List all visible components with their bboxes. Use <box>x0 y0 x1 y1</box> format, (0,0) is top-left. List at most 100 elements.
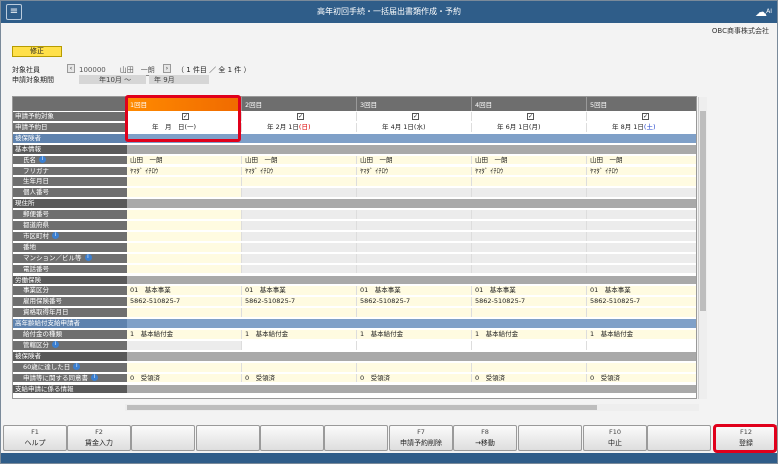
grid-cell[interactable] <box>242 253 357 263</box>
grid-cell[interactable] <box>587 253 696 263</box>
grid-cell[interactable]: 山田 一朗 <box>587 155 696 165</box>
grid-cell[interactable] <box>587 188 696 198</box>
grid-cell[interactable] <box>587 362 696 372</box>
checkbox-mark[interactable]: ✓ <box>642 113 649 120</box>
info-icon[interactable]: i <box>52 232 59 240</box>
grid-cell[interactable] <box>357 340 472 350</box>
grid-cell[interactable]: 1 基本給付金 <box>127 330 242 339</box>
grid-cell[interactable] <box>242 340 357 350</box>
info-icon[interactable]: i <box>73 363 81 371</box>
grid-cell[interactable] <box>242 308 357 318</box>
grid-cell[interactable] <box>587 210 696 219</box>
fkey-empty-button[interactable] <box>196 425 260 451</box>
grid-cell[interactable] <box>587 340 696 350</box>
grid-cell[interactable] <box>472 221 587 230</box>
grid-cell[interactable]: 01 基本事業 <box>242 286 357 296</box>
grid-cell[interactable]: 0 受領済 <box>242 373 357 383</box>
grid-cell[interactable]: ﾔﾏﾀﾞ ｲﾁﾛｳ <box>472 166 587 176</box>
grid-cell[interactable] <box>127 308 242 318</box>
grid-cell[interactable] <box>357 253 472 263</box>
grid-cell[interactable] <box>472 264 587 274</box>
grid-cell[interactable] <box>242 231 357 241</box>
grid-cell[interactable]: 0 受領済 <box>587 373 696 383</box>
fkey-empty-button[interactable] <box>260 425 324 451</box>
checkbox-mark[interactable]: ✓ <box>297 113 304 120</box>
info-icon[interactable]: i <box>91 374 98 382</box>
grid-cell[interactable] <box>357 231 472 241</box>
grid-cell[interactable] <box>587 221 696 230</box>
grid-cell[interactable]: 1 基本給付金 <box>472 330 587 339</box>
grid-cell[interactable]: 0 受領済 <box>357 373 472 383</box>
grid-cell[interactable] <box>242 242 357 252</box>
fkey-empty-button[interactable] <box>518 425 582 451</box>
mode-edit-button[interactable]: 修正 <box>12 46 62 57</box>
grid-cell[interactable]: 1 基本給付金 <box>357 330 472 339</box>
grid-cell[interactable]: 0 受領済 <box>472 373 587 383</box>
grid-cell[interactable] <box>357 210 472 219</box>
fkey-f7-button[interactable]: F7 申請予約削除 <box>389 425 453 451</box>
grid-cell[interactable]: 0 受領済 <box>127 373 242 383</box>
info-icon[interactable]: i <box>84 254 92 262</box>
column-header-2[interactable]: 2回目 <box>242 97 357 111</box>
grid-cell[interactable] <box>127 188 242 198</box>
grid-cell[interactable] <box>127 340 242 350</box>
grid-cell[interactable] <box>472 177 587 187</box>
grid-cell[interactable] <box>127 362 242 372</box>
fkey-f10-button[interactable]: F10 中止 <box>583 425 647 451</box>
grid-cell[interactable] <box>472 308 587 318</box>
reservation-checkbox[interactable]: ✓ <box>357 112 472 121</box>
grid-cell[interactable] <box>127 242 242 252</box>
grid-cell[interactable]: 山田 一朗 <box>357 155 472 165</box>
grid-cell[interactable]: 5862-510825-7 <box>127 297 242 307</box>
grid-cell[interactable] <box>357 188 472 198</box>
fkey-f8-button[interactable]: F8 →移動 <box>453 425 517 451</box>
grid-cell[interactable] <box>242 210 357 219</box>
grid-cell[interactable] <box>127 177 242 187</box>
fkey-empty-button[interactable] <box>131 425 195 451</box>
grid-cell[interactable]: ﾔﾏﾀﾞ ｲﾁﾛｳ <box>357 166 472 176</box>
grid-cell[interactable] <box>242 362 357 372</box>
column-header-4[interactable]: 4回目 <box>472 97 587 111</box>
grid-cell[interactable] <box>472 340 587 350</box>
grid-cell[interactable]: 山田 一朗 <box>472 155 587 165</box>
grid-cell[interactable] <box>472 188 587 198</box>
grid-cell[interactable]: 1 基本給付金 <box>242 330 357 339</box>
grid-cell[interactable] <box>242 177 357 187</box>
grid-cell[interactable]: 01 基本事業 <box>127 286 242 296</box>
grid-cell[interactable] <box>357 242 472 252</box>
grid-cell[interactable] <box>127 264 242 274</box>
fkey-empty-button[interactable] <box>324 425 388 451</box>
grid-cell[interactable] <box>357 264 472 274</box>
column-header-5[interactable]: 5回目 <box>587 97 696 111</box>
info-icon[interactable]: i <box>52 341 59 349</box>
grid-cell[interactable] <box>242 188 357 198</box>
grid-cell[interactable]: ﾔﾏﾀﾞ ｲﾁﾛｳ <box>587 166 696 176</box>
grid-cell[interactable]: 5862-510825-7 <box>357 297 472 307</box>
grid-cell[interactable] <box>242 221 357 230</box>
grid-cell[interactable] <box>127 221 242 230</box>
grid-cell[interactable] <box>472 362 587 372</box>
grid-cell[interactable] <box>357 177 472 187</box>
reservation-checkbox[interactable]: ✓ <box>472 112 587 121</box>
grid-cell[interactable]: 山田 一朗 <box>242 155 357 165</box>
grid-cell[interactable]: 5862-510825-7 <box>587 297 696 307</box>
reservation-date[interactable]: 年 6月 1日(月) <box>472 122 587 132</box>
grid-cell[interactable] <box>472 231 587 241</box>
grid-cell[interactable]: 01 基本事業 <box>587 286 696 296</box>
grid-cell[interactable] <box>242 264 357 274</box>
checkbox-mark[interactable]: ✓ <box>412 113 419 120</box>
grid-cell[interactable] <box>127 210 242 219</box>
grid-cell[interactable] <box>472 253 587 263</box>
grid-cell[interactable] <box>472 210 587 219</box>
next-employee-button[interactable]: › <box>163 64 171 73</box>
column-header-3[interactable]: 3回目 <box>357 97 472 111</box>
grid-cell[interactable] <box>357 221 472 230</box>
grid-cell[interactable] <box>127 253 242 263</box>
grid-cell[interactable]: 1 基本給付金 <box>587 330 696 339</box>
grid-cell[interactable] <box>127 231 242 241</box>
grid-cell[interactable]: 5862-510825-7 <box>472 297 587 307</box>
reservation-checkbox[interactable]: ✓ <box>242 112 357 121</box>
grid-cell[interactable] <box>587 308 696 318</box>
reservation-date[interactable]: 年 2月 1日(日) <box>242 122 357 132</box>
checkbox-mark[interactable]: ✓ <box>527 113 534 120</box>
